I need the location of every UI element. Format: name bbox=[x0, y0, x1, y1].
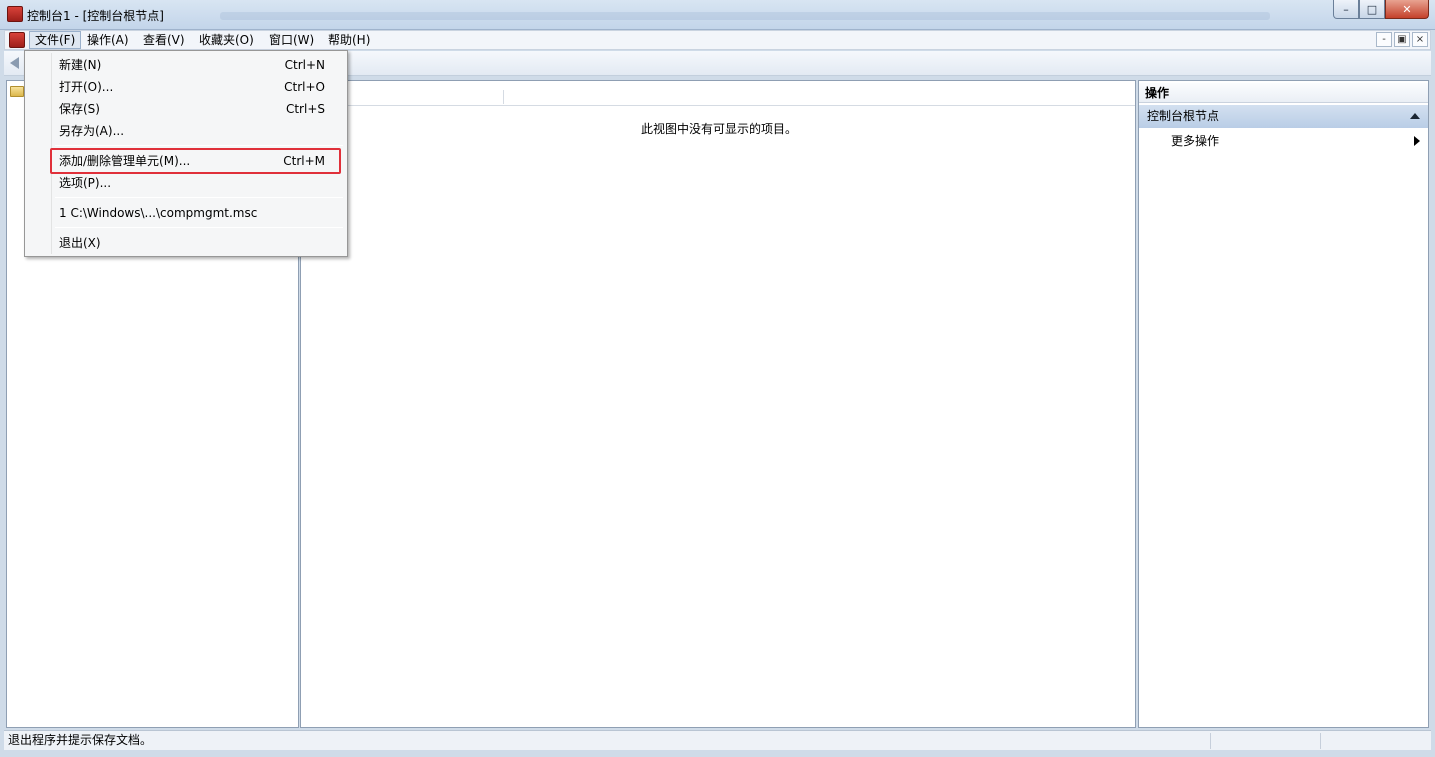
more-actions-item[interactable]: 更多操作 bbox=[1139, 131, 1428, 151]
column-header[interactable] bbox=[301, 87, 1135, 106]
mmc-console-icon[interactable] bbox=[7, 6, 23, 22]
results-pane[interactable]: 此视图中没有可显示的项目。 bbox=[300, 80, 1136, 728]
menu-item-shortcut: Ctrl+N bbox=[284, 58, 325, 72]
status-text: 退出程序并提示保存文档。 bbox=[8, 733, 153, 747]
mdi-close-button[interactable]: × bbox=[1412, 32, 1428, 47]
status-separator bbox=[1210, 733, 1211, 749]
menu-item-options[interactable]: 选项(P)... bbox=[27, 172, 345, 194]
actions-pane-title: 操作 bbox=[1139, 83, 1428, 103]
menu-window[interactable]: 窗口(W) bbox=[264, 31, 319, 49]
actions-section-header[interactable]: 控制台根节点 bbox=[1139, 105, 1428, 128]
menu-item-recent-file[interactable]: 1 C:\Windows\...\compmgmt.msc bbox=[27, 202, 345, 224]
column-separator[interactable] bbox=[503, 90, 504, 104]
menu-item-label: 选项(P)... bbox=[59, 176, 112, 190]
menu-file[interactable]: 文件(F) bbox=[29, 31, 82, 49]
menu-separator bbox=[55, 227, 343, 228]
folder-icon bbox=[10, 86, 24, 97]
window-title: 控制台1 - [控制台根节点] bbox=[27, 9, 164, 23]
close-button[interactable]: ✕ bbox=[1385, 0, 1429, 19]
red-highlight-box bbox=[50, 148, 341, 174]
menu-favorites[interactable]: 收藏夹(O) bbox=[194, 31, 259, 49]
menu-item-label: 新建(N) bbox=[59, 58, 102, 72]
menu-item-label: 1 C:\Windows\...\compmgmt.msc bbox=[59, 206, 258, 220]
maximize-button[interactable]: □ bbox=[1359, 0, 1385, 19]
mdi-minimize-button[interactable]: - bbox=[1376, 32, 1392, 47]
menu-item-save-as[interactable]: 另存为(A)... bbox=[27, 120, 345, 142]
submenu-arrow-icon bbox=[1414, 136, 1420, 146]
actions-pane: 操作 控制台根节点 更多操作 bbox=[1138, 80, 1429, 728]
menu-help[interactable]: 帮助(H) bbox=[323, 31, 375, 49]
menu-item-new[interactable]: 新建(N) Ctrl+N bbox=[27, 54, 345, 76]
menu-item-label: 保存(S) bbox=[59, 102, 100, 116]
more-actions-label: 更多操作 bbox=[1171, 134, 1220, 148]
mdi-controls: - ▣ × bbox=[1376, 32, 1428, 47]
menu-item-save[interactable]: 保存(S) Ctrl+S bbox=[27, 98, 345, 120]
menu-item-label: 另存为(A)... bbox=[59, 124, 125, 138]
title-bar: 控制台1 - [控制台根节点] – □ ✕ bbox=[0, 0, 1435, 30]
back-arrow-icon[interactable] bbox=[10, 57, 19, 69]
menu-view[interactable]: 查看(V) bbox=[138, 31, 190, 49]
menu-separator bbox=[55, 145, 343, 146]
menu-bar: 文件(F) 操作(A) 查看(V) 收藏夹(O) 窗口(W) 帮助(H) - ▣… bbox=[4, 30, 1431, 50]
window-controls: – □ ✕ bbox=[1333, 0, 1429, 20]
menu-item-label: 退出(X) bbox=[59, 236, 101, 250]
mdi-restore-button[interactable]: ▣ bbox=[1394, 32, 1410, 47]
menu-separator bbox=[55, 197, 343, 198]
menu-item-shortcut: Ctrl+S bbox=[285, 102, 325, 116]
minimize-button[interactable]: – bbox=[1333, 0, 1359, 19]
mmc-console-icon[interactable] bbox=[9, 32, 25, 48]
status-separator bbox=[1320, 733, 1321, 749]
actions-section-label: 控制台根节点 bbox=[1147, 109, 1220, 123]
file-menu-dropdown: 新建(N) Ctrl+N 打开(O)... Ctrl+O 保存(S) Ctrl+… bbox=[24, 50, 348, 257]
collapse-up-icon[interactable] bbox=[1410, 113, 1420, 119]
status-bar: 退出程序并提示保存文档。 bbox=[4, 730, 1431, 750]
menu-item-open[interactable]: 打开(O)... Ctrl+O bbox=[27, 76, 345, 98]
blurred-taskbar-strip bbox=[220, 12, 1270, 20]
menu-item-label: 打开(O)... bbox=[59, 80, 114, 94]
menu-action[interactable]: 操作(A) bbox=[82, 31, 134, 49]
menu-item-exit[interactable]: 退出(X) bbox=[27, 232, 345, 254]
menu-item-shortcut: Ctrl+O bbox=[284, 80, 325, 94]
empty-view-message: 此视图中没有可显示的项目。 bbox=[641, 122, 798, 136]
